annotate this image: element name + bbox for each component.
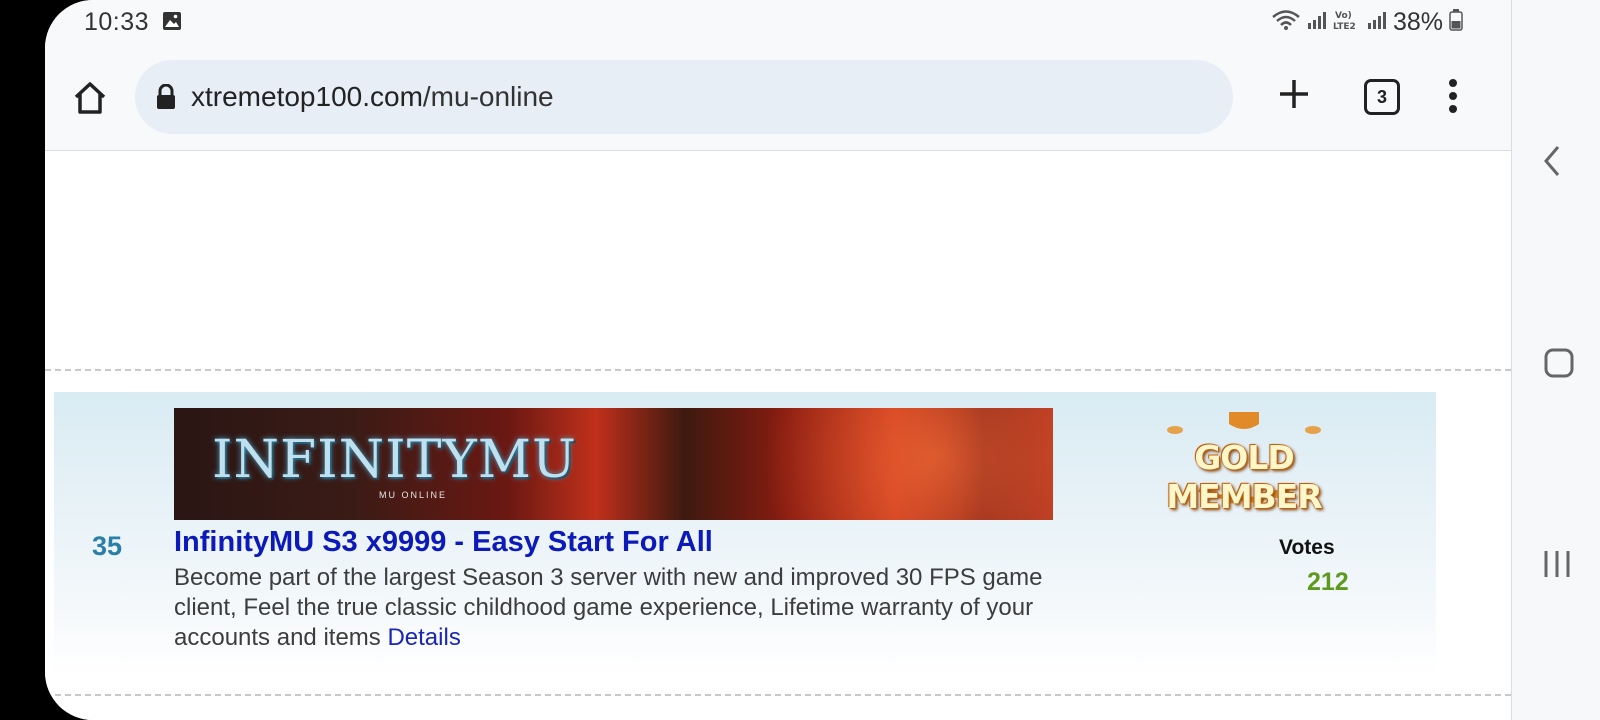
- url-text: xtremetop100.com/mu-online: [191, 81, 554, 113]
- svg-text:LTE2: LTE2: [1333, 22, 1356, 31]
- new-tab-button[interactable]: [1277, 77, 1311, 111]
- volte-icon: Vo) LTE2: [1333, 9, 1361, 36]
- url-path: /mu-online: [422, 81, 554, 112]
- divider: [45, 369, 1511, 371]
- plus-icon: [1280, 80, 1308, 108]
- wifi-icon: [1271, 9, 1301, 36]
- status-bar: 10:33 Vo) LTE2 38%: [45, 0, 1511, 44]
- phone-screen: 10:33 Vo) LTE2 38% xtremetop100.com/mu-o…: [45, 0, 1511, 720]
- battery-icon: [1449, 9, 1463, 36]
- banner-logo: INFINITYMU: [212, 430, 577, 490]
- recent-apps-icon[interactable]: [1541, 548, 1573, 585]
- gold-member-badge: GOLD MEMBER: [1139, 410, 1349, 516]
- svg-text:Vo): Vo): [1335, 11, 1352, 21]
- home-icon: [74, 82, 106, 114]
- rank-number: 35: [92, 531, 123, 561]
- home-button[interactable]: [70, 78, 110, 118]
- status-time: 10:33: [84, 8, 150, 36]
- address-bar[interactable]: xtremetop100.com/mu-online: [135, 60, 1233, 134]
- status-icons: Vo) LTE2 38%: [1271, 8, 1463, 37]
- battery-percent: 38%: [1392, 8, 1443, 36]
- banner-art: [654, 408, 1053, 520]
- badge-text: GOLD MEMBER: [1166, 438, 1322, 516]
- url-domain: xtremetop100.com: [191, 81, 423, 112]
- gallery-icon: [162, 11, 182, 36]
- web-page: 35 INFINITYMU MU ONLINE GOLD MEMBER Infi…: [45, 151, 1511, 720]
- browser-toolbar: xtremetop100.com/mu-online 3: [45, 44, 1511, 151]
- votes-count: 212: [1307, 568, 1349, 596]
- server-description: Become part of the largest Season 3 serv…: [174, 563, 1054, 653]
- more-vert-icon[interactable]: [1445, 78, 1461, 114]
- back-icon[interactable]: [1542, 144, 1562, 183]
- tabs-button[interactable]: 3: [1364, 79, 1400, 115]
- signal-icon: [1307, 10, 1327, 35]
- divider: [45, 694, 1511, 696]
- server-listing: 35 INFINITYMU MU ONLINE GOLD MEMBER Infi…: [54, 392, 1436, 675]
- votes-label: Votes: [1279, 536, 1335, 559]
- lock-icon: [155, 83, 177, 110]
- details-link[interactable]: Details: [387, 624, 460, 651]
- banner-subtitle: MU ONLINE: [379, 490, 448, 500]
- server-banner[interactable]: INFINITYMU MU ONLINE: [174, 408, 1053, 520]
- signal-icon: [1367, 10, 1387, 35]
- home-square-icon[interactable]: [1543, 347, 1575, 384]
- server-title-link[interactable]: InfinityMU S3 x9999 - Easy Start For All: [174, 526, 713, 559]
- description-text: Become part of the largest Season 3 serv…: [174, 564, 1043, 651]
